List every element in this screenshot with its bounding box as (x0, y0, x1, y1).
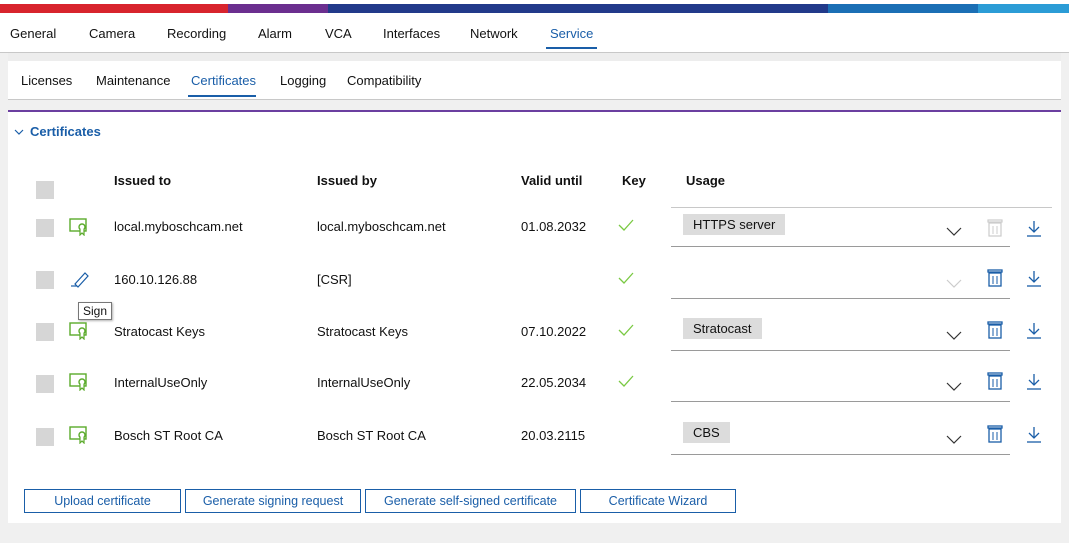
left-margin (0, 53, 8, 543)
select-all-checkbox[interactable] (36, 181, 54, 199)
tab-logging[interactable]: Logging (280, 73, 326, 88)
row-checkbox[interactable] (36, 219, 54, 237)
usage-tag: CBS (683, 422, 730, 443)
pencil-icon[interactable] (69, 270, 91, 288)
cell-issued-to: InternalUseOnly (114, 375, 208, 390)
check-icon (618, 218, 634, 235)
cell-issued-to: Bosch ST Root CA (114, 428, 223, 443)
section-header[interactable]: Certificates (14, 124, 101, 139)
certificate-wizard-button[interactable]: Certificate Wizard (580, 489, 736, 513)
cell-issued-by: Stratocast Keys (317, 324, 409, 339)
certificate-icon (69, 373, 91, 392)
tab-vca[interactable]: VCA (325, 26, 352, 41)
download-icon[interactable] (1024, 371, 1044, 393)
tab-service[interactable]: Service (550, 26, 593, 41)
cell-valid-until: 20.03.2115 (521, 428, 586, 443)
download-icon[interactable] (1024, 320, 1044, 342)
tab-maintenance[interactable]: Maintenance (96, 73, 170, 88)
generate-self-signed-button[interactable]: Generate self-signed certificate (365, 489, 576, 513)
chevron-down-icon[interactable] (944, 224, 964, 238)
cell-issued-by: InternalUseOnly (317, 375, 411, 390)
chevron-down-icon[interactable] (944, 379, 964, 393)
tab-compatibility[interactable]: Compatibility (347, 73, 421, 88)
header-valid-until[interactable]: Valid until (521, 173, 582, 188)
check-icon (618, 374, 634, 391)
chevron-down-icon (14, 124, 24, 139)
usage-tag: Stratocast (683, 318, 762, 339)
cell-issued-to: local.myboschcam.net (114, 219, 243, 234)
tab-general[interactable]: General (10, 26, 56, 41)
sign-tooltip: Sign (78, 302, 113, 320)
panel-top-border (8, 110, 1061, 112)
certificates-panel (8, 100, 1061, 523)
cell-issued-by: local.myboschcam.net (317, 219, 446, 234)
brand-color-bar (0, 4, 1069, 13)
certificate-icon (69, 426, 91, 445)
download-icon[interactable] (1024, 424, 1044, 446)
cell-valid-until: 07.10.2022 (521, 324, 587, 339)
chevron-down-icon[interactable] (944, 328, 964, 342)
certificate-icon (69, 218, 91, 237)
download-icon[interactable] (1024, 218, 1044, 240)
cell-issued-to: 160.10.126.88 (114, 272, 198, 287)
cell-valid-until: 01.08.2032 (521, 219, 587, 234)
generate-signing-request-button[interactable]: Generate signing request (185, 489, 361, 513)
header-issued-by[interactable]: Issued by (317, 173, 377, 188)
tab-certificates[interactable]: Certificates (191, 73, 256, 88)
section-title: Certificates (30, 124, 101, 139)
download-icon[interactable] (1024, 268, 1044, 290)
panel-gap (8, 100, 1061, 110)
certificate-icon (69, 322, 91, 341)
header-key[interactable]: Key (622, 173, 646, 188)
header-usage[interactable]: Usage (686, 173, 725, 188)
cell-issued-by: Bosch ST Root CA (317, 428, 426, 443)
check-icon (618, 323, 634, 340)
tab-alarm[interactable]: Alarm (258, 26, 292, 41)
active-subtab-underline (188, 95, 256, 97)
cell-valid-until: 22.05.2034 (521, 375, 587, 390)
chevron-down-icon (944, 276, 964, 290)
trash-icon (985, 218, 1005, 240)
cell-issued-by: [CSR] (317, 272, 352, 287)
usage-tag: HTTPS server (683, 214, 786, 235)
tab-recording[interactable]: Recording (167, 26, 226, 41)
right-margin (1061, 53, 1069, 543)
trash-icon[interactable] (985, 320, 1005, 342)
row-checkbox[interactable] (36, 271, 54, 289)
tab-camera[interactable]: Camera (89, 26, 135, 41)
tab-network[interactable]: Network (470, 26, 518, 41)
active-tab-underline (546, 47, 597, 49)
header-divider (671, 207, 1052, 208)
row-checkbox[interactable] (36, 323, 54, 341)
chevron-down-icon[interactable] (944, 432, 964, 446)
footer-area (0, 523, 1069, 543)
trash-icon[interactable] (985, 268, 1005, 290)
sub-tab-bar: Licenses Maintenance Certificates Loggin… (8, 61, 1061, 100)
upload-certificate-button[interactable]: Upload certificate (24, 489, 181, 513)
separator (0, 53, 1069, 61)
check-icon (618, 271, 634, 288)
tab-interfaces[interactable]: Interfaces (383, 26, 440, 41)
row-checkbox[interactable] (36, 375, 54, 393)
header-issued-to[interactable]: Issued to (114, 173, 171, 188)
trash-icon[interactable] (985, 424, 1005, 446)
main-tab-bar: General Camera Recording Alarm VCA Inter… (0, 14, 1069, 53)
trash-icon[interactable] (985, 371, 1005, 393)
row-checkbox[interactable] (36, 428, 54, 446)
cell-issued-to: Stratocast Keys (114, 324, 206, 339)
tab-licenses[interactable]: Licenses (21, 73, 72, 88)
